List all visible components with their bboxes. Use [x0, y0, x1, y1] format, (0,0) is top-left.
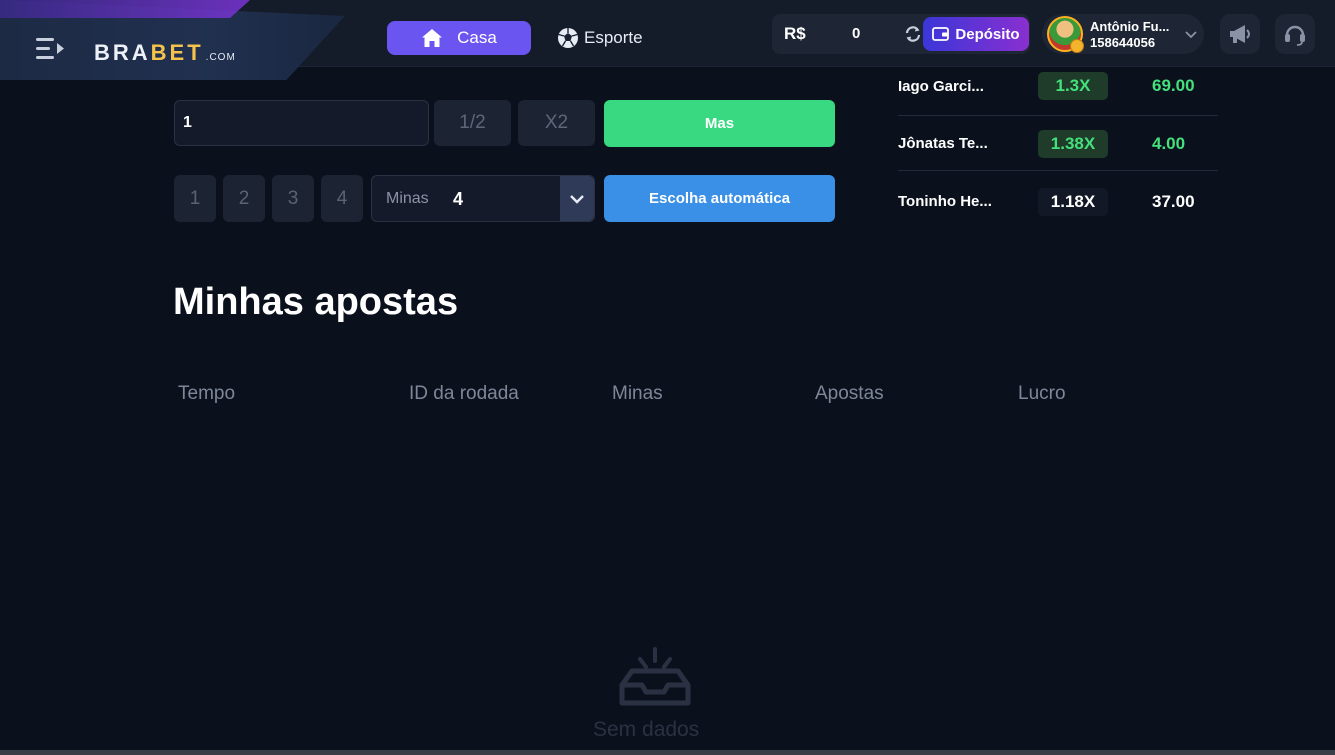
column-header-bets: Apostas	[815, 383, 884, 404]
mines-select-label: Minas	[386, 190, 429, 207]
chevron-down-icon	[570, 194, 584, 204]
headset-icon	[1285, 25, 1305, 46]
nav-tab-esporte-label: Esporte	[584, 28, 643, 47]
leaderboard-row: Iago Garci... 1.3X 69.00	[898, 58, 1218, 116]
vip-badge-icon	[1070, 39, 1084, 53]
leaderboard-row: Toninho He... 1.18X 37.00	[898, 171, 1218, 229]
logo-accent-stripe	[0, 0, 250, 18]
player-name: Jônatas Te...	[898, 135, 988, 152]
mines-preset-2[interactable]: 2	[223, 175, 265, 222]
brand-suffix: .COM	[205, 52, 236, 63]
nav-tab-casa-label: Casa	[457, 28, 497, 47]
mines-preset-3[interactable]: 3	[272, 175, 314, 222]
nav-tab-casa[interactable]: Casa	[387, 21, 531, 55]
half-bet-button[interactable]: 1/2	[434, 100, 511, 146]
wallet-icon	[932, 27, 950, 41]
mines-select[interactable]: Minas 4	[371, 175, 595, 222]
deposit-button[interactable]: Depósito	[923, 17, 1029, 51]
double-bet-button[interactable]: X2	[518, 100, 595, 146]
user-name: Antônio Fu...	[1090, 19, 1170, 34]
player-name: Iago Garci...	[898, 78, 984, 95]
refresh-icon[interactable]	[904, 25, 922, 43]
user-menu[interactable]: Antônio Fu... 158644056	[1042, 14, 1204, 54]
top-bar: BRABET .COM Casa Esporte R$ 0 Depósito A…	[0, 0, 1335, 80]
brand-main: BRA	[94, 40, 151, 65]
mines-select-value: 4	[453, 189, 464, 209]
user-id: 158644056	[1090, 35, 1156, 50]
mines-preset-4[interactable]: 4	[321, 175, 363, 222]
mines-preset-1[interactable]: 1	[174, 175, 216, 222]
announcement-button[interactable]	[1220, 14, 1260, 54]
bet-amount-input[interactable]	[174, 100, 429, 146]
column-header-time: Tempo	[178, 383, 236, 404]
more-button[interactable]: Mas	[604, 100, 835, 147]
mines-dropdown-toggle[interactable]	[560, 176, 594, 221]
column-header-round-id: ID da rodada	[409, 383, 519, 404]
column-header-mines: Minas	[612, 383, 663, 404]
chevron-down-icon	[1185, 31, 1197, 39]
menu-icon[interactable]	[32, 36, 66, 64]
page-title: Minhas apostas	[173, 281, 459, 323]
multiplier-badge: 1.3X	[1038, 72, 1108, 100]
megaphone-icon	[1230, 25, 1250, 43]
empty-inbox-icon	[619, 647, 691, 706]
brand-accent: BET	[150, 40, 204, 65]
empty-state-text: Sem dados	[593, 718, 700, 741]
auto-pick-button[interactable]: Escolha automática	[604, 175, 835, 222]
win-amount: 4.00	[1152, 134, 1186, 153]
nav-tab-esporte[interactable]: Esporte	[556, 21, 666, 55]
currency-label: R$	[784, 24, 806, 43]
brand-logo[interactable]: BRABET .COM	[94, 40, 236, 66]
soccer-ball-icon	[558, 28, 578, 48]
player-name: Toninho He...	[898, 193, 992, 210]
win-amount: 37.00	[1152, 192, 1195, 211]
multiplier-badge: 1.38X	[1038, 130, 1108, 158]
support-button[interactable]	[1275, 14, 1315, 54]
column-header-profit: Lucro	[1018, 383, 1066, 404]
window-bottom-border	[0, 750, 1335, 755]
leaderboard-row: Jônatas Te... 1.38X 4.00	[898, 113, 1218, 171]
multiplier-badge: 1.18X	[1038, 188, 1108, 216]
home-icon	[422, 29, 443, 47]
deposit-label: Depósito	[955, 25, 1020, 43]
balance-value: 0	[852, 25, 861, 42]
win-amount: 69.00	[1152, 76, 1195, 95]
